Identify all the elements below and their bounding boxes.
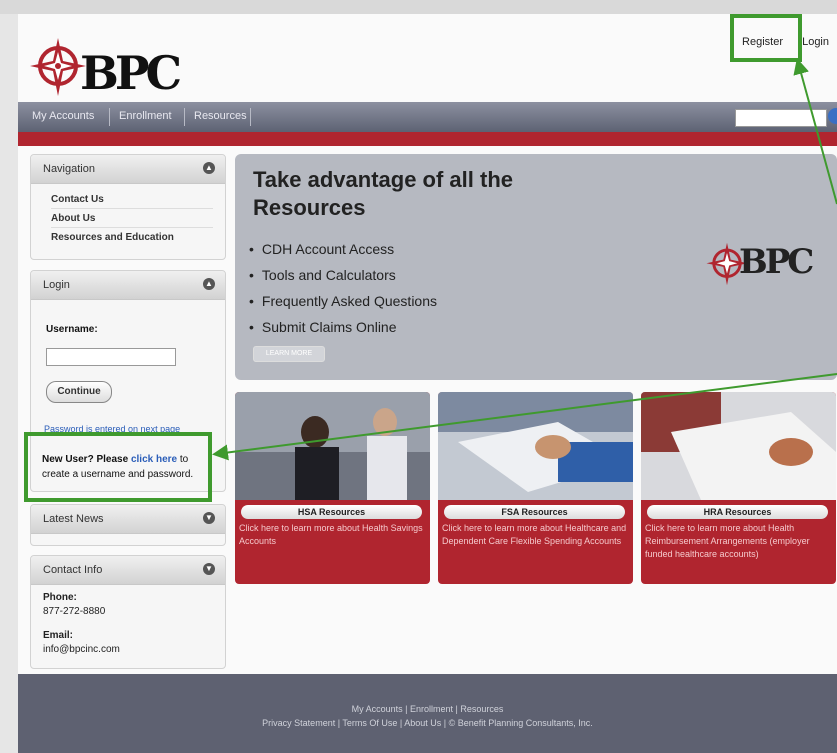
- annotation-arrows: [212, 58, 837, 461]
- arrow-to-register: [793, 58, 837, 205]
- scan-top-edge: [0, 0, 837, 14]
- page: BPC Register Login My Accounts Enrollmen…: [18, 14, 837, 753]
- arrow-to-new-user: [212, 373, 837, 461]
